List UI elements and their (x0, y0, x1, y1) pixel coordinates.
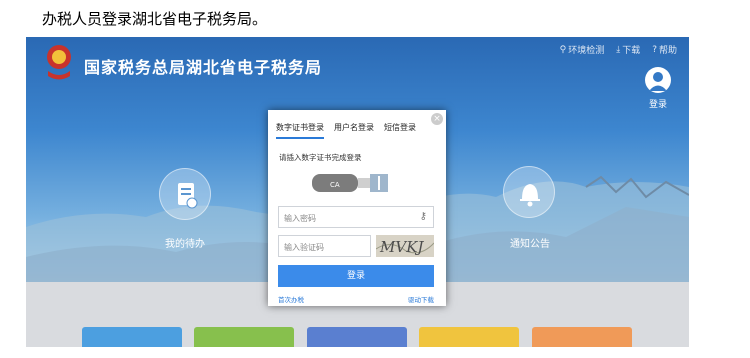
login-dialog: 数字证书登录 用户名登录 短信登录 × 请插入数字证书完成登录 CA 输入密码 … (268, 110, 446, 306)
tile-3[interactable] (307, 327, 407, 347)
password-field[interactable]: 输入密码 ⚷ (278, 206, 434, 228)
top-links: ⚲ 环境检测 ⤓ 下载 ? 帮助 (559, 43, 677, 57)
help-link[interactable]: ? 帮助 (652, 43, 677, 57)
captcha-text: MVKJ (379, 238, 424, 256)
env-check-link[interactable]: ⚲ 环境检测 (559, 43, 605, 57)
first-time-link[interactable]: 首次办税 (278, 294, 304, 304)
top-login-label: 登录 (648, 100, 667, 110)
notice-button[interactable] (503, 166, 555, 218)
certificate-hint: 请插入数字证书完成登录 (279, 153, 362, 162)
login-tabs: 数字证书登录 用户名登录 短信登录 (276, 122, 416, 139)
usb-key-label: CA (330, 181, 340, 189)
tile-1[interactable] (82, 327, 182, 347)
help-label: 帮助 (658, 46, 677, 56)
my-todo-label: 我的待办 (165, 239, 205, 250)
usb-key-icon: CA (312, 174, 388, 192)
todo-icon (178, 183, 198, 209)
tax-emblem-icon (47, 45, 71, 80)
download-icon: ⤓ (616, 44, 621, 55)
my-todo-button[interactable] (159, 168, 211, 220)
search-icon: ⚲ (559, 44, 567, 55)
tile-5[interactable] (532, 327, 632, 347)
tile-4[interactable] (419, 327, 519, 347)
notice-label: 通知公告 (510, 239, 550, 250)
page-caption: 办税人员登录湖北省电子税务局。 (42, 10, 268, 28)
env-check-label: 环境检测 (568, 46, 605, 56)
key-icon: ⚷ (419, 211, 427, 222)
tab-certificate-login[interactable]: 数字证书登录 (276, 122, 324, 139)
driver-download-link[interactable]: 驱动下载 (408, 294, 434, 304)
download-label: 下载 (622, 46, 641, 56)
close-icon[interactable]: × (431, 113, 443, 125)
avatar-icon (645, 67, 671, 93)
bell-icon (520, 184, 540, 207)
function-tiles (26, 327, 689, 347)
help-icon: ? (652, 44, 657, 55)
tile-2[interactable] (194, 327, 294, 347)
captcha-image[interactable]: MVKJ (376, 235, 434, 257)
tab-username-login[interactable]: 用户名登录 (334, 122, 374, 139)
captcha-field[interactable]: 输入验证码 (278, 235, 371, 257)
captcha-placeholder: 输入验证码 (284, 243, 324, 252)
login-button[interactable]: 登录 (278, 265, 434, 287)
site-title: 国家税务总局湖北省电子税务局 (84, 58, 323, 77)
tab-sms-login[interactable]: 短信登录 (384, 122, 416, 139)
download-link[interactable]: ⤓ 下载 (616, 43, 641, 57)
password-placeholder: 输入密码 (284, 214, 316, 223)
top-login-button[interactable]: 登录 (643, 67, 673, 110)
